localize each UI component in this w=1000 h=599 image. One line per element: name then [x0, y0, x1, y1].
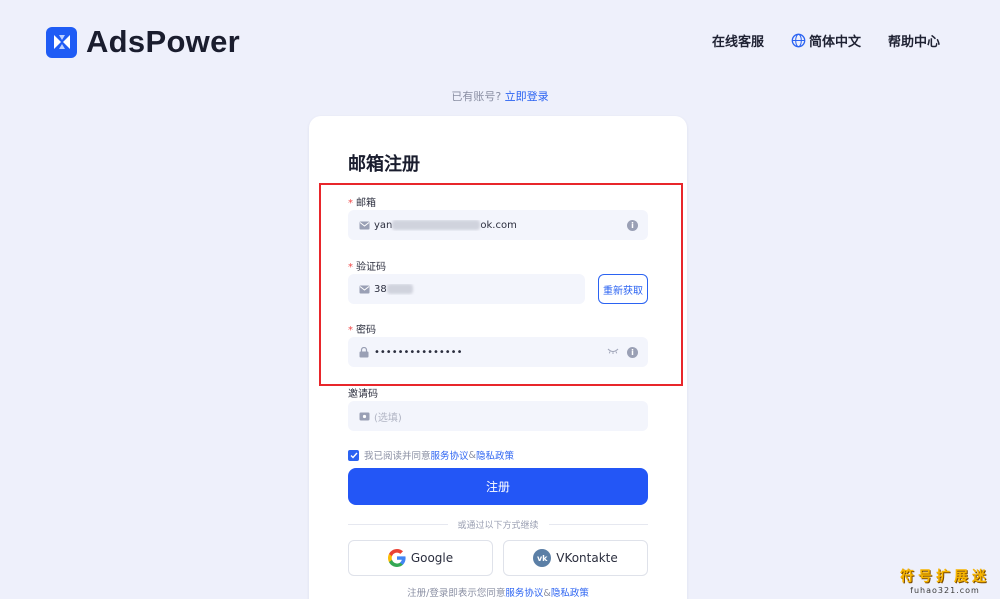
service-agreement-link[interactable]: 服务协议	[431, 448, 469, 462]
invite-code-field[interactable]: (选填)	[348, 401, 648, 431]
google-icon	[387, 549, 406, 567]
nav-language-select[interactable]: 简体中文	[791, 31, 861, 50]
top-nav: 在线客服 简体中文 帮助中心	[685, 31, 940, 50]
site-watermark: 符号扩展迷 fuhao321.com	[900, 566, 990, 595]
divider-line	[348, 523, 448, 525]
login-link[interactable]: 立即登录	[505, 90, 549, 103]
terms-amp: &	[543, 588, 551, 599]
terms-privacy-link[interactable]: 隐私政策	[551, 588, 589, 599]
agreement-row: 我已阅读并同意 服务协议 & 隐私政策	[348, 448, 514, 462]
or-divider: 或通过以下方式继续	[348, 518, 649, 531]
amp-text: &	[468, 449, 476, 461]
ticket-icon	[358, 410, 370, 422]
google-label: Google	[410, 551, 454, 565]
top-header: AdsPower 在线客服 简体中文 帮助中心	[0, 0, 1000, 80]
brand-name: AdsPower	[86, 24, 240, 59]
nav-online-support[interactable]: 在线客服	[712, 31, 764, 50]
brand-logo[interactable]: AdsPower	[46, 24, 240, 60]
vk-label: VKontakte	[556, 551, 618, 565]
terms-service-link[interactable]: 服务协议	[505, 588, 543, 599]
login-hint-text: 已有账号?	[451, 90, 502, 103]
invite-label: 邀请码	[348, 389, 378, 400]
form-title: 邮箱注册	[348, 154, 420, 175]
privacy-policy-link[interactable]: 隐私政策	[476, 448, 514, 462]
highlight-annotation-box	[319, 183, 683, 386]
agreement-checkbox[interactable]	[348, 449, 359, 461]
login-hint: 已有账号? 立即登录	[0, 88, 1000, 104]
invite-placeholder: (选填)	[374, 412, 402, 424]
agreement-text: 我已阅读并同意	[364, 451, 431, 462]
adspower-logo-icon	[46, 26, 77, 58]
vk-icon: vk	[533, 549, 552, 567]
vkontakte-login-button[interactable]: vk VKontakte	[503, 540, 648, 576]
register-button[interactable]: 注册	[348, 468, 648, 505]
divider-line	[548, 523, 649, 525]
check-icon	[350, 452, 358, 459]
language-label: 简体中文	[808, 35, 861, 50]
watermark-cn: 符号扩展迷	[900, 569, 990, 585]
terms-note: 注册/登录即表示您同意服务协议&隐私政策	[309, 585, 687, 599]
globe-icon	[791, 33, 806, 48]
divider-text: 或通过以下方式继续	[457, 520, 539, 531]
terms-text: 注册/登录即表示您同意	[407, 588, 506, 599]
watermark-en: fuhao321.com	[910, 586, 980, 595]
nav-help-center[interactable]: 帮助中心	[888, 31, 940, 50]
google-login-button[interactable]: Google	[348, 540, 493, 576]
